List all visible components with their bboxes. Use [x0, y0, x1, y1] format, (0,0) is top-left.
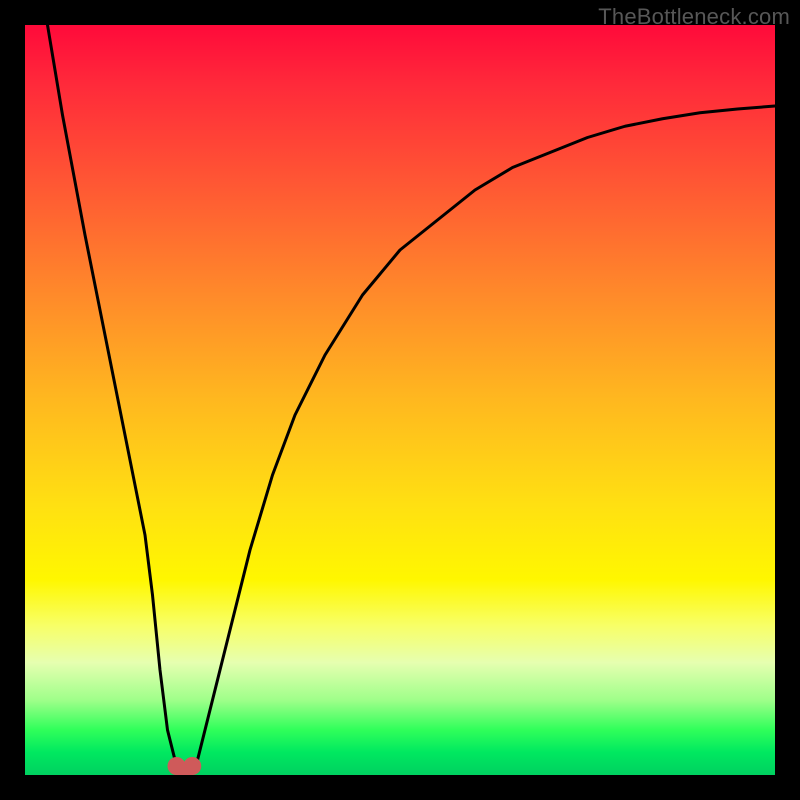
chart-frame: [25, 25, 775, 775]
gradient-background: [25, 25, 775, 775]
